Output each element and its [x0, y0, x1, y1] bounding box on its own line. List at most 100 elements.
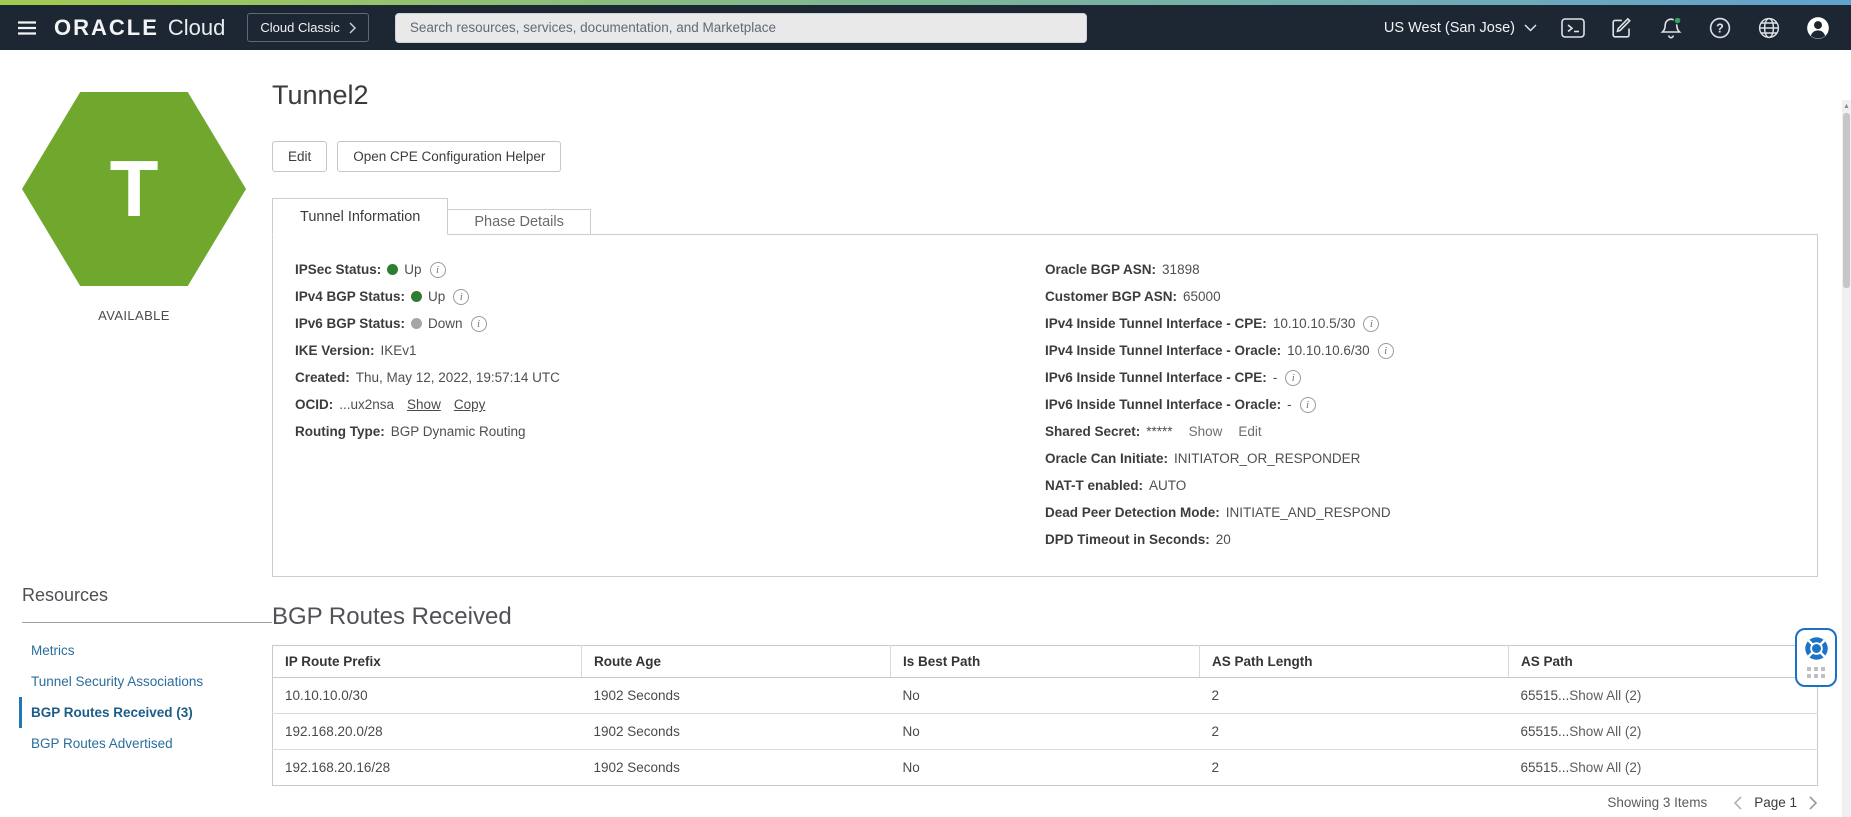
field-value: -	[1272, 370, 1278, 385]
status-badge: AVAILABLE	[98, 308, 170, 323]
hexagon-initial: T	[109, 144, 159, 233]
notifications-bell-icon[interactable]	[1658, 15, 1684, 41]
show-all-link[interactable]: Show All (2)	[1569, 688, 1641, 703]
info-icon[interactable]: i	[1377, 342, 1394, 359]
show-link[interactable]: Show	[407, 397, 441, 412]
widget-drag-handle[interactable]	[1807, 667, 1825, 678]
field-label: IPSec Status:	[295, 262, 382, 277]
field-label: IPv6 Inside Tunnel Interface - Oracle:	[1045, 397, 1282, 412]
left-rail: T AVAILABLE Resources Metrics Tunnel Secu…	[19, 50, 272, 817]
field-label: Shared Secret:	[1045, 424, 1141, 439]
brand-secondary: Cloud	[167, 14, 226, 40]
info-field-row: Created: Thu, May 12, 2022, 19:57:14 UTC	[295, 369, 1045, 386]
sidebar-item-bgp-routes-received-3[interactable]: BGP Routes Received (3)	[19, 697, 272, 728]
field-value: AUTO	[1149, 478, 1187, 493]
routes-body: 10.10.10.0/30 1902 Seconds No 2 65515...Show…	[272, 678, 1818, 786]
globe-language-icon[interactable]	[1756, 15, 1782, 41]
scrollbar-up-arrow[interactable]: ▲	[1842, 100, 1851, 113]
cell-as-path-length: 2	[1199, 713, 1509, 750]
page-indicator: Page 1	[1754, 795, 1797, 810]
vertical-scrollbar[interactable]: ▲	[1842, 100, 1851, 817]
field-value: INITIATOR_OR_RESPONDER	[1174, 451, 1361, 466]
field-label: Oracle BGP ASN:	[1045, 262, 1157, 277]
field-value: 10.10.10.5/30	[1272, 316, 1356, 331]
cell-route-age: 1902 Seconds	[593, 688, 680, 703]
support-life-preserver-icon	[1804, 637, 1828, 660]
info-icon[interactable]: i	[470, 315, 487, 332]
column-header-is-best-path[interactable]: Is Best Path	[890, 645, 1200, 678]
global-search	[394, 12, 1087, 43]
sidebar-item-bgp-routes-advertised[interactable]: BGP Routes Advertised	[19, 728, 272, 759]
support-widget[interactable]	[1795, 628, 1837, 687]
page-title: Tunnel2	[272, 80, 369, 110]
info-icon[interactable]: i	[429, 261, 446, 278]
column-header-as-path-length[interactable]: AS Path Length	[1199, 645, 1509, 678]
search-input[interactable]	[394, 12, 1087, 43]
show-all-link[interactable]: Show All (2)	[1569, 724, 1641, 739]
info-icon[interactable]: i	[453, 288, 470, 305]
table-row: 10.10.10.0/30 1902 Seconds No 2 65515...Show…	[273, 678, 1818, 714]
sidebar-item-metrics[interactable]: Metrics	[19, 635, 272, 666]
cell-ip-route-prefix: 192.168.20.16/28	[272, 749, 582, 786]
cloud-classic-button[interactable]: Cloud Classic	[247, 13, 369, 42]
field-label: IKE Version:	[295, 343, 375, 358]
tab-tunnel-information[interactable]: Tunnel Information	[272, 198, 449, 235]
header-actions: US West (San Jose) ?	[1384, 15, 1831, 41]
show-all-link[interactable]: Show All (2)	[1569, 760, 1641, 775]
cell-is-best-path: No	[902, 688, 920, 703]
oracle-cloud-logo: ORACLE Cloud	[54, 15, 225, 41]
region-selector[interactable]: US West (San Jose)	[1384, 20, 1537, 36]
region-label: US West (San Jose)	[1383, 19, 1515, 36]
field-label: Routing Type:	[295, 424, 385, 439]
user-avatar[interactable]	[1805, 15, 1831, 41]
next-page-icon[interactable]	[1809, 795, 1818, 810]
scrollbar-thumb[interactable]	[1843, 113, 1850, 288]
field-value: Up	[428, 289, 446, 304]
sidebar-item-tunnel-security-associations[interactable]: Tunnel Security Associations	[19, 666, 272, 697]
field-value: 20	[1215, 532, 1231, 547]
copy-link[interactable]: Copy	[454, 397, 486, 412]
field-label: NAT-T enabled:	[1045, 478, 1144, 493]
field-value: BGP Dynamic Routing	[390, 424, 526, 439]
cloud-shell-icon[interactable]	[1560, 15, 1586, 41]
previous-page-icon[interactable]	[1733, 795, 1742, 810]
page-content: T AVAILABLE Resources Metrics Tunnel Secu…	[0, 50, 1851, 817]
column-header-ip-route-prefix[interactable]: IP Route Prefix	[272, 645, 582, 678]
info-icon[interactable]: i	[1363, 315, 1380, 332]
tab-strip: Tunnel Information Phase Details	[272, 198, 1818, 235]
resource-icon-block: T AVAILABLE	[22, 92, 246, 323]
edit-button[interactable]: Edit	[272, 141, 328, 172]
info-field-row: IPSec Status: Up i	[295, 261, 1045, 278]
action-buttons: Edit Open CPE Configuration Helper	[272, 141, 1818, 172]
showing-items-label: Showing 3 Items	[1607, 795, 1708, 810]
info-field-row: Routing Type: BGP Dynamic Routing	[295, 423, 1045, 440]
cell-is-best-path: No	[890, 713, 1200, 750]
field-value: 10.10.10.6/30	[1287, 343, 1370, 358]
column-header-as-path[interactable]: AS Path	[1508, 645, 1818, 678]
table-footer: Showing 3 Items Page 1	[272, 795, 1818, 810]
edit-annotate-icon[interactable]	[1609, 15, 1635, 41]
info-icon[interactable]: i	[1299, 396, 1316, 413]
field-value: IKEv1	[380, 343, 417, 358]
resources-heading: Resources	[22, 585, 109, 605]
info-icon[interactable]: i	[1285, 369, 1302, 386]
cell-as-path-length: 2	[1211, 688, 1220, 703]
field-label: OCID:	[295, 397, 334, 412]
resources-section: Resources Metrics Tunnel Security Associa…	[19, 585, 272, 759]
help-icon[interactable]: ?	[1707, 15, 1733, 41]
info-field-row: Oracle BGP ASN: 31898	[1045, 261, 1817, 278]
field-label: IPv6 BGP Status:	[295, 316, 406, 331]
field-label: Customer BGP ASN:	[1045, 289, 1178, 304]
chevron-down-icon	[1524, 23, 1537, 32]
field-value: *****	[1146, 424, 1173, 439]
hamburger-menu-icon[interactable]	[10, 13, 44, 43]
bgp-routes-table: IP Route Prefix Route Age Is Best Path AS P…	[272, 645, 1818, 786]
column-header-route-age[interactable]: Route Age	[581, 645, 891, 678]
open-cpe-configuration-helper-button[interactable]: Open CPE Configuration Helper	[337, 141, 562, 172]
cell-as-path-length: 2	[1199, 749, 1509, 786]
cell-as-path: 65515...Show All (2)	[1508, 713, 1818, 750]
edit-link[interactable]: Edit	[1238, 424, 1261, 439]
field-value: ...ux2nsa	[339, 397, 395, 412]
tab-phase-details[interactable]: Phase Details	[448, 209, 591, 234]
show-link[interactable]: Show	[1189, 424, 1223, 439]
